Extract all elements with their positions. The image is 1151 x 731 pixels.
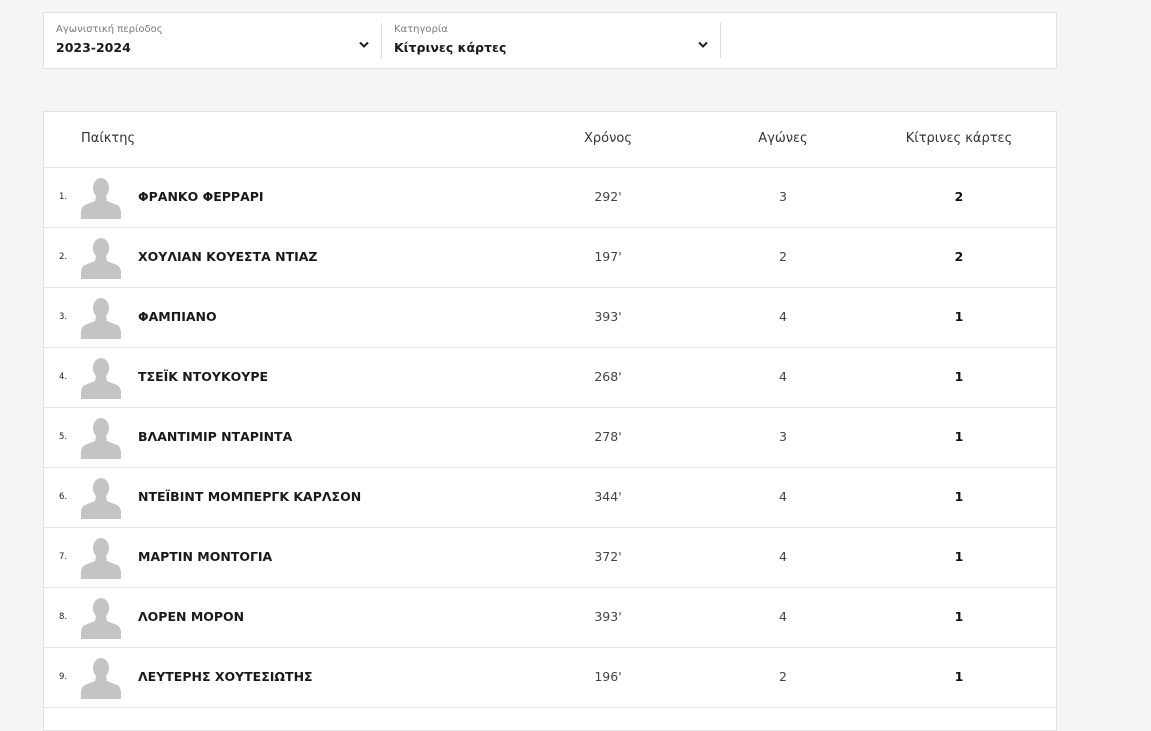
season-select[interactable]: Αγωνιστική περίοδος 2023-2024	[44, 13, 381, 68]
cell-time: 268'	[594, 369, 622, 384]
cell-time: 372'	[594, 549, 622, 564]
cell-yellow-cards: 1	[954, 309, 964, 324]
category-select-label: Κατηγορία	[394, 24, 448, 35]
cell-time: 393'	[594, 309, 622, 324]
column-header-player: Παίκτης	[81, 131, 136, 146]
cell-yellow-cards: 1	[954, 489, 964, 504]
row-rank: 5.	[59, 432, 68, 442]
row-rank: 1.	[59, 192, 68, 202]
chevron-down-icon	[359, 41, 369, 48]
player-name-link[interactable]: ΝΤΕΪΒΙΝΤ ΜΟΜΠΕΡΓΚ ΚΑΡΛΣΟΝ	[138, 489, 361, 505]
stats-table: Παίκτης Χρόνος Αγώνες Κίτρινες κάρτες 1.…	[43, 111, 1057, 731]
row-rank: 8.	[59, 612, 68, 622]
filter-bar: Αγωνιστική περίοδος 2023-2024 Κατηγορία …	[43, 12, 1057, 69]
player-name-link[interactable]: ΤΣΕΪΚ ΝΤΟΥΚΟΥΡΕ	[138, 369, 268, 385]
column-header-matches: Αγώνες	[758, 131, 808, 146]
cell-time: 278'	[594, 429, 622, 444]
player-name-link[interactable]: ΛΟΡΕΝ ΜΟΡΟΝ	[138, 609, 244, 625]
cell-yellow-cards: 1	[954, 429, 964, 444]
player-name-link[interactable]: ΧΟΥΛΙΑΝ ΚΟΥΕΣΤΑ ΝΤΙΑΖ	[138, 249, 318, 265]
table-row[interactable]: 6. ΝΤΕΪΒΙΝΤ ΜΟΜΠΕΡΓΚ ΚΑΡΛΣΟΝ 344' 4 1	[44, 468, 1056, 528]
row-rank: 6.	[59, 492, 68, 502]
chevron-down-icon	[698, 41, 708, 48]
cell-matches: 4	[779, 489, 787, 504]
table-row[interactable]: 1. ΦΡΑΝΚΟ ΦΕΡΡΑΡΙ 292' 3 2	[44, 168, 1056, 228]
row-rank: 7.	[59, 552, 68, 562]
table-row[interactable]: 2. ΧΟΥΛΙΑΝ ΚΟΥΕΣΤΑ ΝΤΙΑΖ 197' 2 2	[44, 228, 1056, 288]
row-rank: 2.	[59, 252, 68, 262]
player-silhouette-icon	[80, 235, 122, 279]
player-silhouette-icon	[80, 535, 122, 579]
cell-yellow-cards: 1	[954, 669, 964, 684]
player-silhouette-icon	[80, 595, 122, 639]
cell-yellow-cards: 2	[954, 249, 964, 264]
cell-matches: 4	[779, 549, 787, 564]
player-silhouette-icon	[80, 175, 122, 219]
category-select[interactable]: Κατηγορία Κίτρινες κάρτες	[382, 13, 720, 68]
player-silhouette-icon	[80, 355, 122, 399]
player-name-link[interactable]: ΛΕΥΤΕΡΗΣ ΧΟΥΤΕΣΙΩΤΗΣ	[138, 669, 313, 685]
cell-matches: 3	[779, 189, 787, 204]
player-silhouette-icon	[80, 415, 122, 459]
cell-yellow-cards: 1	[954, 369, 964, 384]
column-header-cards: Κίτρινες κάρτες	[905, 131, 1013, 146]
player-name-link[interactable]: ΒΛΑΝΤΙΜΙΡ ΝΤΑΡΙΝΤΑ	[138, 429, 292, 445]
player-name-link[interactable]: ΦΡΑΝΚΟ ΦΕΡΡΑΡΙ	[138, 189, 264, 205]
cell-time: 292'	[594, 189, 622, 204]
player-name-link[interactable]: ΦΑΜΠΙΑΝΟ	[138, 309, 217, 325]
player-silhouette-icon	[80, 475, 122, 519]
column-header-time: Χρόνος	[584, 131, 632, 146]
cell-time: 197'	[594, 249, 622, 264]
player-silhouette-icon	[80, 295, 122, 339]
cell-time: 344'	[594, 489, 622, 504]
cell-time: 196'	[594, 669, 622, 684]
table-row[interactable]: 8. ΛΟΡΕΝ ΜΟΡΟΝ 393' 4 1	[44, 588, 1056, 648]
season-select-label: Αγωνιστική περίοδος	[56, 24, 163, 35]
cell-matches: 2	[779, 249, 787, 264]
cell-yellow-cards: 1	[954, 549, 964, 564]
table-header: Παίκτης Χρόνος Αγώνες Κίτρινες κάρτες	[44, 112, 1056, 168]
row-rank: 3.	[59, 312, 68, 322]
table-row[interactable]: 9. ΛΕΥΤΕΡΗΣ ΧΟΥΤΕΣΙΩΤΗΣ 196' 2 1	[44, 648, 1056, 708]
cell-matches: 4	[779, 609, 787, 624]
table-row[interactable]: 7. ΜΑΡΤΙΝ ΜΟΝΤΟΓΙΑ 372' 4 1	[44, 528, 1056, 588]
season-select-value: 2023-2024	[56, 40, 131, 55]
cell-yellow-cards: 2	[954, 189, 964, 204]
player-name-link[interactable]: ΜΑΡΤΙΝ ΜΟΝΤΟΓΙΑ	[138, 549, 272, 565]
table-row[interactable]: 5. ΒΛΑΝΤΙΜΙΡ ΝΤΑΡΙΝΤΑ 278' 3 1	[44, 408, 1056, 468]
table-row[interactable]: 4. ΤΣΕΪΚ ΝΤΟΥΚΟΥΡΕ 268' 4 1	[44, 348, 1056, 408]
category-select-value: Κίτρινες κάρτες	[394, 40, 507, 55]
row-rank: 4.	[59, 372, 68, 382]
table-row[interactable]: 3. ΦΑΜΠΙΑΝΟ 393' 4 1	[44, 288, 1056, 348]
row-rank: 9.	[59, 672, 68, 682]
filter-empty-slot	[721, 13, 1056, 68]
cell-matches: 3	[779, 429, 787, 444]
cell-time: 393'	[594, 609, 622, 624]
cell-matches: 4	[779, 309, 787, 324]
cell-yellow-cards: 1	[954, 609, 964, 624]
table-body: 1. ΦΡΑΝΚΟ ΦΕΡΡΑΡΙ 292' 3 2 2. ΧΟΥΛΙΑΝ ΚΟΥΕΣΤΑ …	[44, 168, 1056, 708]
cell-matches: 2	[779, 669, 787, 684]
player-silhouette-icon	[80, 655, 122, 699]
cell-matches: 4	[779, 369, 787, 384]
